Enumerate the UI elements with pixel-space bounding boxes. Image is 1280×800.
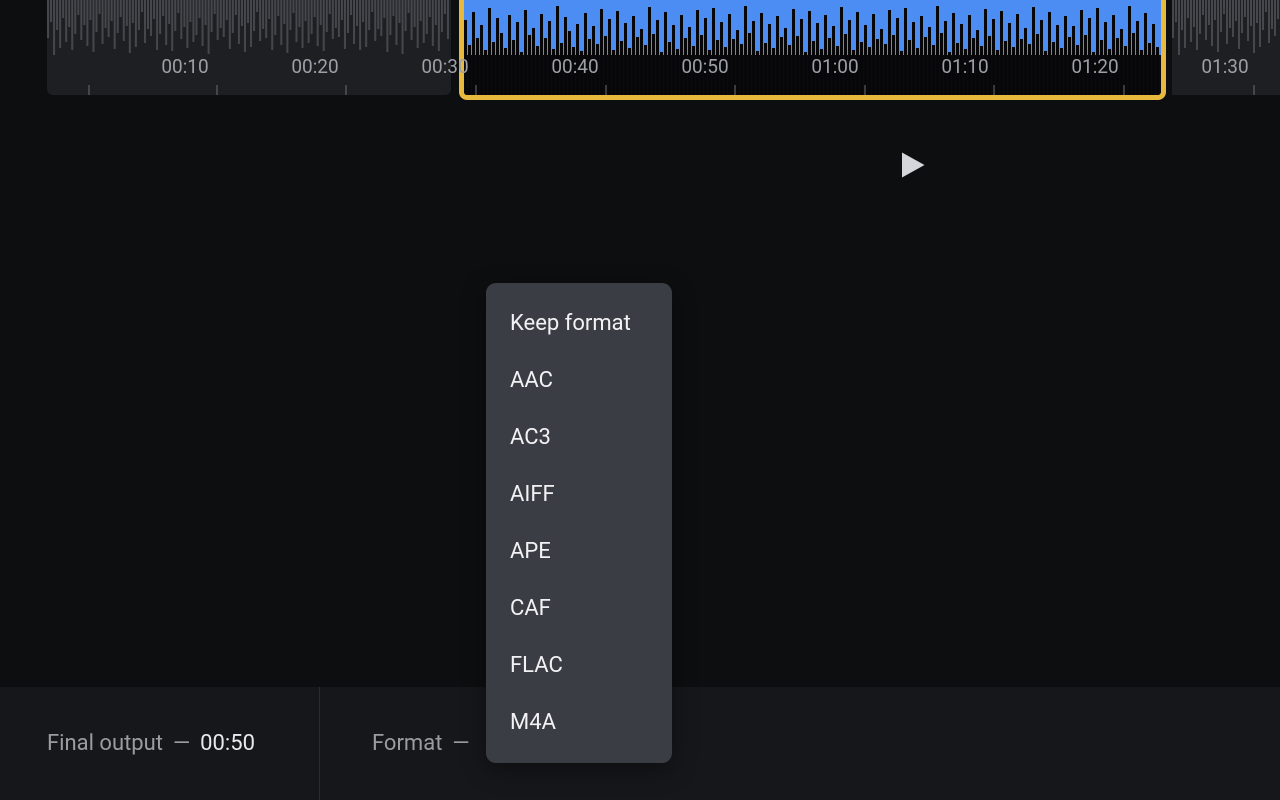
waveform-segment-selected[interactable]: [459, 0, 1166, 100]
format-label: Format: [372, 731, 442, 756]
separator: —: [173, 731, 190, 756]
format-dropdown[interactable]: Keep format AAC AC3 AIFF APE CAF FLAC M4…: [486, 283, 672, 763]
waveform-segment-left[interactable]: [47, 0, 451, 95]
format-option-caf[interactable]: CAF: [486, 580, 672, 637]
waveform-segment-right[interactable]: [1172, 0, 1280, 95]
final-output-label: Final output: [47, 731, 163, 756]
separator: —: [452, 731, 469, 756]
format-option-ape[interactable]: APE: [486, 523, 672, 580]
format-option-aiff[interactable]: AIFF: [486, 466, 672, 523]
play-icon: [897, 148, 927, 182]
format-section[interactable]: Format —: [320, 731, 480, 756]
format-option-m4a[interactable]: M4A: [486, 694, 672, 751]
final-output-section: Final output — 00:50: [0, 687, 320, 800]
format-option-flac[interactable]: FLAC: [486, 637, 672, 694]
final-output-time: 00:50: [200, 731, 255, 756]
play-button[interactable]: [897, 148, 927, 182]
format-option-ac3[interactable]: AC3: [486, 409, 672, 466]
audio-timeline[interactable]: 00:10 00:20 00:30 00:40 00:50 01:00 01:1…: [0, 0, 1280, 105]
format-option-aac[interactable]: AAC: [486, 352, 672, 409]
format-option-keep[interactable]: Keep format: [486, 295, 672, 352]
